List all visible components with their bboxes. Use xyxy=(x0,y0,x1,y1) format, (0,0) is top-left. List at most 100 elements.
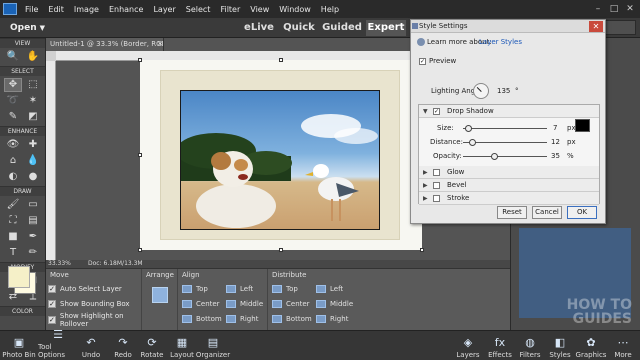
glow-checkbox[interactable] xyxy=(433,169,440,176)
lighting-angle-value[interactable]: 135 xyxy=(497,87,510,95)
magic-wand-icon[interactable]: ✶ xyxy=(24,94,42,108)
show-highlight-option[interactable]: ✓ Show Highlight on Rollover xyxy=(48,312,141,328)
distribute-top-button[interactable]: Top xyxy=(272,283,298,295)
cancel-button[interactable]: Cancel xyxy=(532,206,562,219)
tab-guided[interactable]: Guided xyxy=(322,20,362,36)
align-right-button[interactable]: Right xyxy=(226,313,258,325)
red-eye-icon[interactable]: 👁 xyxy=(4,138,22,152)
healing-brush-icon[interactable]: ✚ xyxy=(24,138,42,152)
checkbox[interactable]: ✓ xyxy=(48,300,56,308)
bounding-box-handle[interactable] xyxy=(279,248,283,252)
layer-styles-link[interactable]: Layer Styles xyxy=(479,38,522,46)
organizer-button[interactable]: ▤ Organizer xyxy=(196,331,230,360)
zoom-tool-icon[interactable]: 🔍 xyxy=(4,50,22,64)
distribute-middle-button[interactable]: Middle xyxy=(316,298,353,310)
show-bounding-box-option[interactable]: ✓ Show Bounding Box xyxy=(48,298,130,310)
maximize-icon[interactable]: □ xyxy=(608,3,620,15)
align-bottom-button[interactable]: Bottom xyxy=(182,313,222,325)
preview-checkbox[interactable]: ✓ xyxy=(419,58,426,65)
menu-layer[interactable]: Layer xyxy=(148,5,180,14)
section-bevel[interactable]: ▶ Bevel xyxy=(419,179,599,192)
redo-button[interactable]: ↷ Redo xyxy=(112,331,134,360)
checkbox[interactable]: ✓ xyxy=(48,316,56,324)
reset-button[interactable]: Reset xyxy=(497,206,527,219)
size-value[interactable]: 7 xyxy=(553,124,557,132)
menu-edit[interactable]: Edit xyxy=(43,5,69,14)
bounding-box-handle[interactable] xyxy=(420,248,424,252)
graphics-button[interactable]: ✿ Graphics xyxy=(576,331,607,360)
tab-expert[interactable]: Expert xyxy=(366,20,406,36)
type-tool-icon[interactable]: T xyxy=(4,246,22,260)
close-icon[interactable]: ✕ xyxy=(624,3,636,15)
lighting-angle-dial[interactable] xyxy=(473,83,489,99)
layout-button[interactable]: ▦ Layout xyxy=(170,331,194,360)
menu-enhance[interactable]: Enhance xyxy=(104,5,149,14)
opacity-slider-track[interactable] xyxy=(463,156,547,157)
minimize-icon[interactable]: – xyxy=(592,3,604,15)
lasso-tool-icon[interactable]: ➰ xyxy=(4,94,22,108)
paint-bucket-icon[interactable]: ⛶ xyxy=(4,214,22,228)
close-icon[interactable]: ✕ xyxy=(589,21,603,32)
align-left-button[interactable]: Left xyxy=(226,283,253,295)
section-drop-shadow[interactable]: ▼ ✓ Drop Shadow xyxy=(419,105,599,118)
distribute-bottom-button[interactable]: Bottom xyxy=(272,313,312,325)
bounding-box-handle[interactable] xyxy=(138,153,142,157)
tab-quick[interactable]: Quick xyxy=(282,20,316,36)
menu-window[interactable]: Window xyxy=(274,5,316,14)
open-button[interactable]: Open ▼ xyxy=(4,21,51,35)
menu-view[interactable]: View xyxy=(245,5,274,14)
eyedropper-icon[interactable]: ✒ xyxy=(24,230,42,244)
bevel-checkbox[interactable] xyxy=(433,182,440,189)
smart-brush-icon[interactable]: ● xyxy=(24,170,42,184)
quick-selection-icon[interactable]: ✎ xyxy=(4,110,22,124)
styles-button[interactable]: ◧ Styles xyxy=(548,331,572,360)
menu-help[interactable]: Help xyxy=(316,5,344,14)
clone-stamp-icon[interactable]: ⌂ xyxy=(4,154,22,168)
menu-file[interactable]: File xyxy=(20,5,43,14)
pencil-tool-icon[interactable]: ✏ xyxy=(24,246,42,260)
close-icon[interactable]: ✕ xyxy=(156,38,164,51)
distance-value[interactable]: 12 xyxy=(551,138,560,146)
section-glow[interactable]: ▶ Glow xyxy=(419,166,599,179)
document-tab[interactable]: Untitled-1 @ 33.3% (Border, RGB/8) * xyxy=(46,38,164,51)
tool-options-button[interactable]: ☰ Tool Options xyxy=(38,329,78,360)
size-slider-track[interactable] xyxy=(463,128,547,129)
align-top-button[interactable]: Top xyxy=(182,283,208,295)
zoom-level[interactable]: 33.33% xyxy=(48,260,71,268)
opacity-value[interactable]: 35 xyxy=(551,152,560,160)
effects-button[interactable]: fx Effects xyxy=(488,331,512,360)
photo-bin-button[interactable]: ▣ Photo Bin xyxy=(2,331,36,360)
distribute-center-button[interactable]: Center xyxy=(272,298,310,310)
foreground-color-swatch[interactable] xyxy=(8,266,30,288)
brush-tool-icon[interactable]: 🖌 xyxy=(4,198,22,212)
ok-button[interactable]: OK xyxy=(567,206,597,219)
distribute-left-button[interactable]: Left xyxy=(316,283,343,295)
bounding-box-handle[interactable] xyxy=(138,58,142,62)
bounding-box-handle[interactable] xyxy=(138,248,142,252)
distance-slider-thumb[interactable] xyxy=(469,139,476,146)
menu-filter[interactable]: Filter xyxy=(215,5,245,14)
shadow-color-swatch[interactable] xyxy=(575,119,590,132)
eraser-tool-icon[interactable]: ▭ xyxy=(24,198,42,212)
drop-shadow-checkbox[interactable]: ✓ xyxy=(433,108,440,115)
tab-elive[interactable]: eLive xyxy=(238,20,280,36)
hand-tool-icon[interactable]: ✋ xyxy=(24,50,42,64)
auto-select-layer-option[interactable]: ✓ Auto Select Layer xyxy=(48,283,122,295)
selection-brush-icon[interactable]: ◩ xyxy=(24,110,42,124)
bounding-box-handle[interactable] xyxy=(279,58,283,62)
opacity-slider-thumb[interactable] xyxy=(491,153,498,160)
more-button[interactable]: ⋯ More xyxy=(610,331,636,360)
marquee-tool-icon[interactable]: ⬚ xyxy=(24,78,42,92)
menu-select[interactable]: Select xyxy=(181,5,216,14)
photo-layer[interactable] xyxy=(180,90,380,230)
filters-button[interactable]: ◍ Filters xyxy=(518,331,542,360)
section-stroke[interactable]: ▶ Stroke xyxy=(419,192,599,205)
sponge-tool-icon[interactable]: ◐ xyxy=(4,170,22,184)
distribute-right-button[interactable]: Right xyxy=(316,313,348,325)
move-tool-icon[interactable]: ✥ xyxy=(4,78,22,92)
undo-button[interactable]: ↶ Undo xyxy=(80,331,102,360)
checkbox[interactable]: ✓ xyxy=(48,285,56,293)
shape-tool-icon[interactable]: ■ xyxy=(4,230,22,244)
blur-tool-icon[interactable]: 💧 xyxy=(24,154,42,168)
stroke-checkbox[interactable] xyxy=(433,195,440,202)
